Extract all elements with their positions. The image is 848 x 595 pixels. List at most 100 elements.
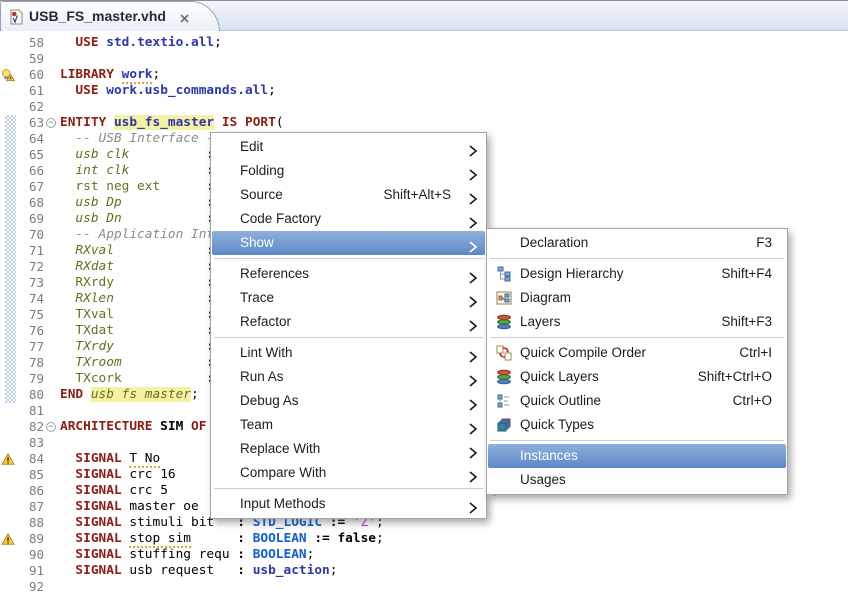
menu-item-run-as[interactable]: Run As bbox=[212, 365, 485, 389]
line-number: 85 bbox=[14, 467, 44, 483]
fold-minus-icon[interactable]: − bbox=[46, 422, 56, 432]
menu-item-team[interactable]: Team bbox=[212, 413, 485, 437]
code-text: SIGNAL T No bbox=[60, 451, 160, 467]
menu-separator bbox=[490, 337, 784, 338]
design-hierarchy-icon bbox=[496, 266, 512, 282]
menu-shortcut: Shift+F3 bbox=[721, 310, 772, 334]
menu-item-design-hierarchy[interactable]: Design HierarchyShift+F4 bbox=[488, 262, 786, 286]
code-line[interactable]: 58 USE std.textio.all; bbox=[0, 35, 848, 51]
code-line[interactable]: 90 SIGNAL stuffing requ : BOOLEAN; bbox=[0, 547, 848, 563]
line-number: 91 bbox=[14, 563, 44, 579]
quick-layers-icon bbox=[496, 369, 512, 385]
code-line[interactable]: 61 USE work.usb_commands.all; bbox=[0, 83, 848, 99]
warning-icon bbox=[1, 532, 15, 546]
code-text: ENTITY usb_fs_master IS PORT( bbox=[60, 115, 284, 131]
line-number: 70 bbox=[14, 227, 44, 243]
line-number: 59 bbox=[14, 51, 44, 67]
menu-item-label: Design Hierarchy bbox=[520, 266, 624, 281]
code-text: SIGNAL stop sim : BOOLEAN := false; bbox=[60, 531, 384, 547]
code-line[interactable]: 62 bbox=[0, 99, 848, 115]
code-line[interactable]: 63−ENTITY usb_fs_master IS PORT( bbox=[0, 115, 848, 131]
menu-item-code-factory[interactable]: Code Factory bbox=[212, 207, 485, 231]
line-number: 78 bbox=[14, 355, 44, 371]
line-number: 64 bbox=[14, 131, 44, 147]
code-text: rst neg ext : bbox=[60, 179, 214, 195]
code-text: USE std.textio.all; bbox=[60, 35, 222, 51]
menu-item-label: Run As bbox=[240, 369, 284, 384]
code-text: SIGNAL master oe bbox=[60, 499, 199, 515]
menu-item-show[interactable]: Show bbox=[212, 231, 485, 255]
editor-tab[interactable]: USB_FS_master.vhd bbox=[0, 1, 220, 32]
diagram-icon bbox=[496, 290, 512, 306]
menu-item-instances[interactable]: Instances bbox=[488, 444, 786, 468]
line-number: 58 bbox=[14, 35, 44, 51]
code-text: ARCHITECTURE SIM OF bbox=[60, 419, 206, 435]
menu-item-lint-with[interactable]: Lint With bbox=[212, 341, 485, 365]
line-number: 60 bbox=[14, 67, 44, 83]
menu-item-label: Quick Compile Order bbox=[520, 345, 646, 360]
code-text: TXcork : bbox=[60, 371, 214, 387]
menu-item-source[interactable]: Source Shift+Alt+S bbox=[212, 183, 485, 207]
menu-item-layers[interactable]: LayersShift+F3 bbox=[488, 310, 786, 334]
quick-outline-icon bbox=[496, 393, 512, 409]
fold-minus-icon[interactable]: − bbox=[46, 118, 56, 128]
context-menu: Edit Folding Source Shift+Alt+SCode Factory… bbox=[210, 132, 487, 519]
code-text: END usb fs master; bbox=[60, 387, 199, 403]
menu-item-declaration[interactable]: DeclarationF3 bbox=[488, 231, 786, 255]
menu-item-debug-as[interactable]: Debug As bbox=[212, 389, 485, 413]
line-number: 83 bbox=[14, 435, 44, 451]
code-text: usb Dp : bbox=[60, 195, 214, 211]
code-line[interactable]: 59 bbox=[0, 51, 848, 67]
menu-shortcut: Shift+Alt+S bbox=[383, 183, 451, 207]
menu-separator bbox=[214, 488, 483, 489]
menu-item-label: Quick Layers bbox=[520, 369, 599, 384]
code-text: RXdat : bbox=[60, 259, 214, 275]
menu-shortcut: Ctrl+O bbox=[733, 389, 772, 413]
code-text: int clk : bbox=[60, 163, 214, 179]
code-text: SIGNAL usb request : usb_action; bbox=[60, 563, 337, 579]
layers-icon bbox=[496, 314, 512, 330]
menu-item-quick-layers[interactable]: Quick LayersShift+Ctrl+O bbox=[488, 365, 786, 389]
code-text: TXval : bbox=[60, 307, 214, 323]
menu-item-input-methods[interactable]: Input Methods bbox=[212, 492, 485, 516]
menu-item-trace[interactable]: Trace bbox=[212, 286, 485, 310]
menu-shortcut: Ctrl+I bbox=[739, 341, 772, 365]
code-line[interactable]: 60LIBRARY work; bbox=[0, 67, 848, 83]
quickfix-warning-icon bbox=[1, 68, 15, 82]
menu-item-label: Edit bbox=[240, 139, 263, 154]
code-line[interactable]: 89 SIGNAL stop sim : BOOLEAN := false; bbox=[0, 531, 848, 547]
menu-item-references[interactable]: References bbox=[212, 262, 485, 286]
menu-item-quick-types[interactable]: Quick Types bbox=[488, 413, 786, 437]
menu-item-quick-compile-order[interactable]: Quick Compile Order Ctrl+I bbox=[488, 341, 786, 365]
code-text: TXrdy : bbox=[60, 339, 214, 355]
menu-item-diagram[interactable]: Diagram bbox=[488, 286, 786, 310]
code-line[interactable]: 92 bbox=[0, 579, 848, 595]
menu-item-edit[interactable]: Edit bbox=[212, 135, 485, 159]
close-icon[interactable] bbox=[179, 11, 191, 23]
menu-item-label: Folding bbox=[240, 163, 284, 178]
code-line[interactable]: 91 SIGNAL usb request : usb_action; bbox=[0, 563, 848, 579]
line-number: 71 bbox=[14, 243, 44, 259]
submenu-arrow-icon bbox=[469, 467, 477, 491]
line-number: 84 bbox=[14, 451, 44, 467]
line-number: 65 bbox=[14, 147, 44, 163]
menu-item-quick-outline[interactable]: Quick OutlineCtrl+O bbox=[488, 389, 786, 413]
menu-separator bbox=[214, 337, 483, 338]
menu-item-usages[interactable]: Usages bbox=[488, 468, 786, 492]
menu-item-refactor[interactable]: Refactor bbox=[212, 310, 485, 334]
code-text: RXval : bbox=[60, 243, 214, 259]
show-submenu: DeclarationF3 Design HierarchyShift+F4 Dia… bbox=[486, 228, 788, 495]
quick-types-icon bbox=[496, 417, 512, 433]
menu-item-label: Diagram bbox=[520, 290, 571, 305]
menu-item-label: Quick Types bbox=[520, 417, 594, 432]
line-number: 61 bbox=[14, 83, 44, 99]
menu-item-compare-with[interactable]: Compare With bbox=[212, 461, 485, 485]
menu-item-label: References bbox=[240, 266, 309, 281]
menu-item-label: Source bbox=[240, 187, 283, 202]
menu-item-folding[interactable]: Folding bbox=[212, 159, 485, 183]
line-number: 88 bbox=[14, 515, 44, 531]
code-text: TXdat : bbox=[60, 323, 214, 339]
line-number: 63 bbox=[14, 115, 44, 131]
menu-separator bbox=[214, 258, 483, 259]
menu-item-replace-with[interactable]: Replace With bbox=[212, 437, 485, 461]
